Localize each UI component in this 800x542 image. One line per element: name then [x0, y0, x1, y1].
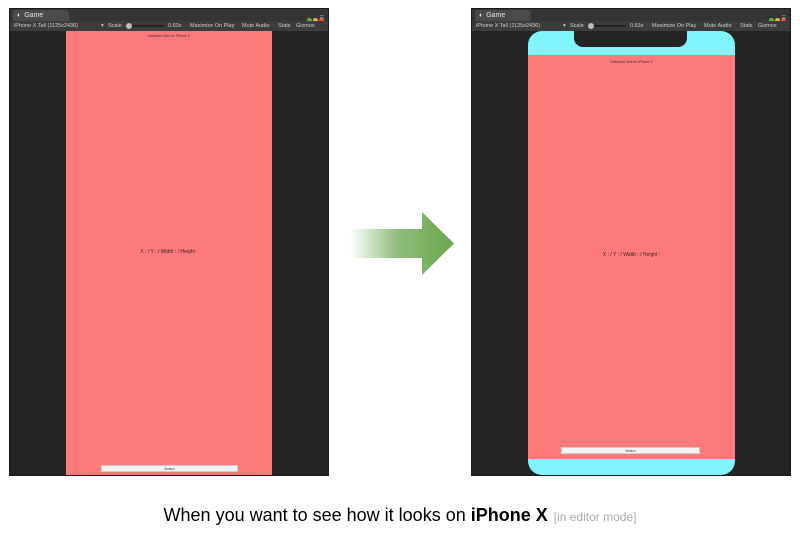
tab-game[interactable]: ◐ Game [13, 10, 69, 21]
stats-toggle[interactable]: Stats [278, 21, 291, 31]
maximize-on-play-toggle[interactable]: Maximize On Play [652, 21, 696, 31]
gizmos-dropdown[interactable]: Gizmos [296, 21, 315, 31]
scale-slider[interactable] [128, 25, 164, 27]
device-screen: SafeArea Test for iPhone X X : / Y : / W… [528, 31, 735, 475]
scale-label: Scale [108, 23, 122, 29]
game-window-after: ◐ Game ☰ iPhone X Tall (1125x2436) ▾ Scal… [471, 8, 791, 476]
safe-area-title: SafeArea Test for iPhone X [610, 60, 653, 64]
device-screen: SafeArea Test for iPhone X X : / Y : / W… [66, 31, 272, 475]
resolution-dropdown[interactable]: iPhone X Tall (1125x2436) [476, 21, 540, 31]
device-notch [574, 31, 687, 47]
scale-value: 0.63x [168, 23, 182, 29]
title-bar: ◐ Game ☰ [10, 9, 328, 23]
ui-button[interactable]: Button [561, 447, 700, 454]
tab-title: Game [486, 12, 506, 19]
resolution-dropdown[interactable]: iPhone X Tall (1125x2436) [14, 21, 78, 31]
gizmos-dropdown[interactable]: Gizmos [758, 21, 777, 31]
dropdown-arrow-icon[interactable]: ▾ [101, 21, 104, 31]
scale-label: Scale [570, 23, 584, 29]
game-toolbar: iPhone X Tall (1125x2436) ▾ Scale 0.63x … [10, 21, 328, 31]
ui-button[interactable]: Button [101, 465, 238, 472]
scale-slider-knob[interactable] [588, 23, 594, 29]
scale-slider[interactable] [590, 25, 626, 27]
coords-text: X : / Y : / Width : / Height : [140, 249, 198, 255]
game-toolbar: iPhone X Tall (1125x2436) ▾ Scale 0.63x … [472, 21, 790, 31]
game-viewport: SafeArea Test for iPhone X X : / Y : / W… [10, 31, 328, 475]
unity-icon: ◐ [17, 12, 22, 19]
mute-audio-toggle[interactable]: Mute Audio [704, 21, 732, 31]
arrow-right-icon [350, 212, 454, 275]
caption: When you want to see how it looks on iPh… [0, 505, 800, 526]
caption-note: [in editor mode] [553, 510, 637, 524]
safe-area: SafeArea Test for iPhone X X : / Y : / W… [528, 55, 735, 459]
scale-slider-knob[interactable] [126, 23, 132, 29]
caption-prefix: When you want to see how it looks on [163, 505, 471, 525]
safe-area-title: SafeArea Test for iPhone X [147, 34, 191, 38]
stats-toggle[interactable]: Stats [740, 21, 753, 31]
game-window-before: ◐ Game ☰ iPhone X Tall (1125x2436) ▾ Scal… [9, 8, 329, 476]
unity-icon: ◐ [479, 12, 484, 19]
coords-text: X : / Y : / Width : / Height : [602, 252, 661, 258]
mute-audio-toggle[interactable]: Mute Audio [242, 21, 270, 31]
tab-title: Game [24, 12, 44, 19]
scale-value: 0.63x [630, 23, 644, 29]
game-viewport: SafeArea Test for iPhone X X : / Y : / W… [472, 31, 790, 475]
maximize-on-play-toggle[interactable]: Maximize On Play [190, 21, 234, 31]
caption-device: iPhone X [470, 505, 548, 525]
dropdown-arrow-icon[interactable]: ▾ [563, 21, 566, 31]
title-bar: ◐ Game ☰ [472, 9, 790, 23]
tab-game[interactable]: ◐ Game [475, 10, 531, 21]
